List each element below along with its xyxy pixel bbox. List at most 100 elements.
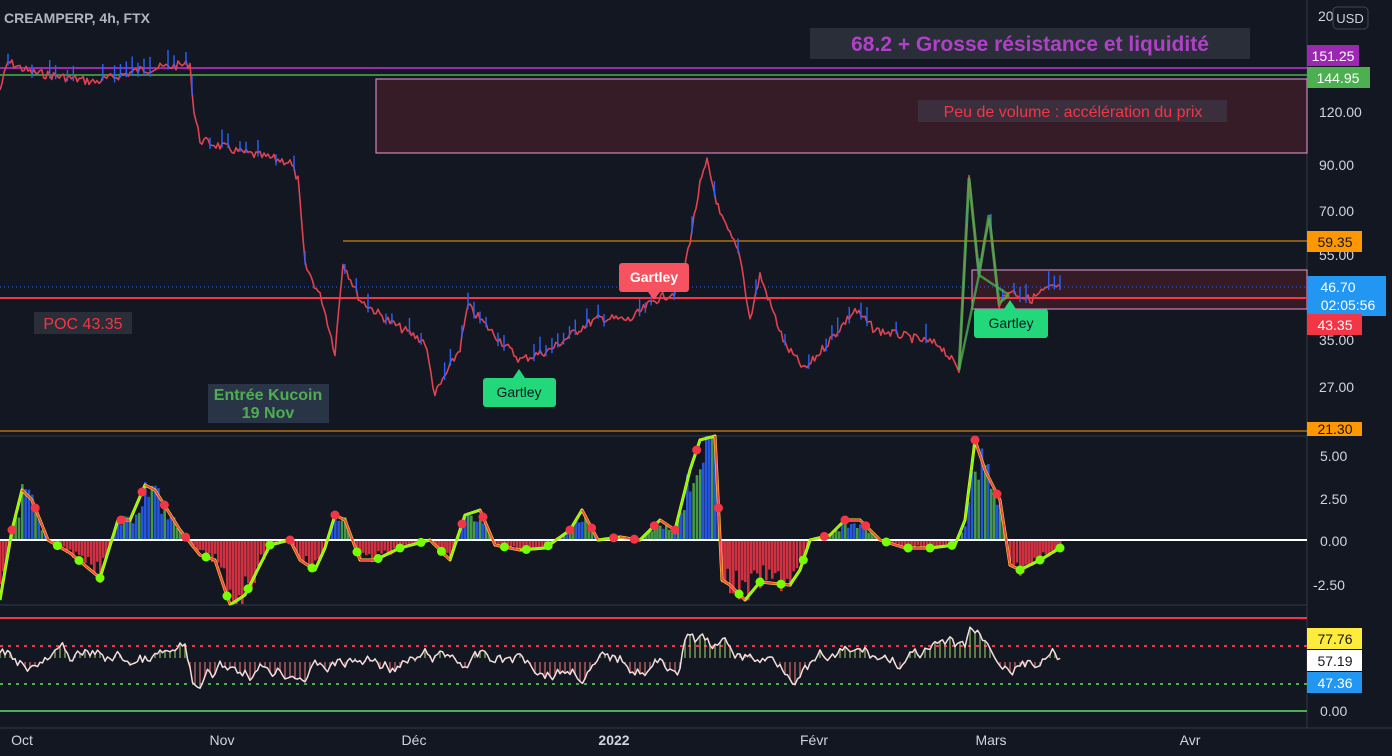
- histogram-bar: [750, 540, 753, 574]
- histogram-bar: [337, 520, 340, 540]
- histogram-bar: [1041, 540, 1045, 553]
- histogram-bar: [659, 525, 662, 540]
- histogram-bar: [1033, 540, 1036, 558]
- histogram-bar: [90, 540, 93, 565]
- histogram-bar: [835, 530, 838, 540]
- histogram-bar: [470, 515, 473, 540]
- signal-segment: [390, 550, 395, 554]
- signal-segment: [708, 435, 713, 439]
- histogram-bar: [984, 465, 987, 540]
- signal-segment: [812, 537, 816, 541]
- histogram-bar: [853, 523, 856, 540]
- histogram-bar: [723, 540, 727, 582]
- crossover-dot: [201, 552, 211, 562]
- signal-segment: [405, 544, 410, 548]
- histogram-bar: [735, 540, 738, 571]
- histogram-bar: [867, 532, 871, 540]
- signal-segment: [470, 511, 475, 514]
- supply-zone[interactable]: [971, 269, 1308, 310]
- histogram-bar: [838, 531, 841, 540]
- histogram-bar: [169, 516, 173, 540]
- signal-segment: [387, 551, 392, 555]
- crossover-dot: [74, 556, 84, 565]
- signal-segment: [895, 544, 900, 547]
- poc-label: POC 43.35: [43, 316, 122, 333]
- crossover-dot: [222, 591, 232, 601]
- histogram-bar: [87, 540, 90, 557]
- signal-segment: [275, 541, 279, 545]
- crossover-dot: [755, 577, 765, 587]
- badge-59: 59.35: [1307, 231, 1362, 252]
- crossover-dot: [714, 503, 723, 513]
- crossover-dot: [457, 519, 467, 529]
- histogram-bar: [317, 540, 320, 559]
- histogram-bar: [199, 540, 202, 550]
- crossover-dot: [521, 545, 531, 554]
- signal-segment: [281, 540, 285, 544]
- histogram-bar: [977, 479, 980, 540]
- histogram-bar: [208, 540, 211, 554]
- time-tick-label: Oct: [11, 732, 33, 748]
- signal-segment: [724, 580, 728, 585]
- chart-canvas: CREAMPERP, 4h, FTX 68.2 + Grosse résista…: [0, 0, 1392, 756]
- signal-segment: [278, 541, 282, 544]
- crossover-dot: [499, 542, 509, 552]
- crossover-dot: [776, 579, 786, 589]
- signal-segment: [494, 544, 499, 547]
- histogram-bar: [138, 512, 141, 540]
- crossover-dot: [1055, 543, 1065, 553]
- histogram-bar: [244, 540, 247, 577]
- signal-segment: [513, 547, 518, 551]
- signal-segment: [1028, 563, 1032, 567]
- oscillator-tick-label: 2.50: [1320, 491, 1347, 507]
- time-tick-label: Avr: [1180, 732, 1201, 748]
- histogram-bar: [24, 489, 27, 540]
- rsi-tick-label: 0.00: [1320, 703, 1347, 719]
- histogram-bar: [482, 523, 485, 540]
- histogram-bar: [856, 527, 859, 540]
- signal-segment: [721, 579, 726, 583]
- histogram-bar: [795, 540, 799, 569]
- crossover-dot: [1015, 565, 1025, 575]
- histogram-bar: [238, 540, 241, 596]
- crossover-dot: [670, 525, 680, 535]
- histogram-bar: [377, 540, 380, 552]
- crossover-dot: [52, 541, 62, 551]
- badge-rsi-47: 47.36: [1307, 672, 1362, 693]
- histogram-bar: [446, 540, 449, 553]
- histogram-bar: [993, 495, 996, 540]
- crossover-dot: [565, 525, 575, 535]
- signal-segment: [211, 558, 216, 561]
- price-tick-label: 27.00: [1319, 379, 1354, 395]
- signal-segment: [702, 437, 707, 441]
- histogram-bar: [17, 517, 21, 540]
- oscillator-tick-label: 5.00: [1320, 448, 1347, 464]
- crossover-dot: [137, 487, 147, 497]
- crossover-dot: [265, 540, 275, 550]
- histogram-bar: [662, 528, 665, 540]
- histogram-bar: [256, 540, 260, 567]
- currency-button[interactable]: USD: [1332, 6, 1369, 30]
- histogram-bar: [996, 504, 999, 540]
- badge-43-text: 43.35: [1317, 317, 1352, 333]
- badge-countdown: 02:05:56: [1321, 297, 1376, 313]
- histogram-bar: [1024, 540, 1028, 565]
- histogram-bar: [340, 520, 344, 540]
- gartley-text-bearish: Gartley: [630, 269, 678, 285]
- histogram-bar: [135, 514, 138, 540]
- histogram-bar: [990, 488, 993, 540]
- crossover-dot: [95, 573, 105, 583]
- signal-segment: [473, 510, 478, 513]
- histogram-bar: [69, 540, 72, 550]
- crossover-dot: [692, 445, 702, 455]
- crossover-dot: [159, 500, 169, 510]
- signal-segment: [464, 513, 469, 516]
- histogram-bar: [75, 540, 78, 552]
- histogram-bar: [217, 540, 220, 563]
- histogram-bar: [0, 540, 2, 585]
- badge-151: 151.25: [1307, 45, 1359, 66]
- crossover-dot: [970, 435, 980, 445]
- badge-rsi-57: 57.19: [1307, 650, 1362, 671]
- badge-rsi-47-text: 47.36: [1317, 675, 1352, 691]
- histogram-bar: [479, 519, 482, 540]
